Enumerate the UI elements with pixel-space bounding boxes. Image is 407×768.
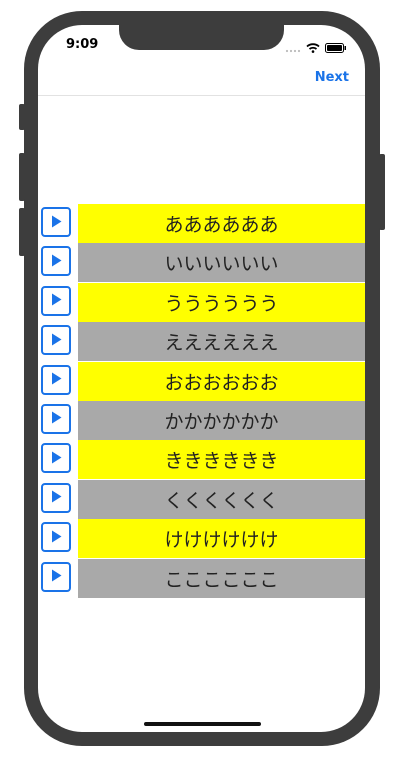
list-item: くくくくくく — [38, 479, 365, 519]
notch — [119, 25, 284, 50]
list-item: かかかかかか — [38, 400, 365, 440]
list-item: おおおおおお — [38, 361, 365, 401]
play-button[interactable] — [41, 561, 71, 592]
syllable-cell[interactable]: かかかかかか — [78, 400, 365, 440]
next-button[interactable]: Next — [315, 70, 349, 85]
list-item: ああああああ — [38, 204, 365, 243]
side-button-mute — [19, 104, 25, 130]
play-button[interactable] — [41, 522, 71, 553]
status-icons — [285, 38, 347, 57]
play-icon — [51, 449, 62, 468]
play-button[interactable] — [41, 482, 71, 513]
play-button[interactable] — [41, 246, 71, 277]
list-item: けけけけけけ — [38, 519, 365, 559]
list-item: いいいいいい — [38, 243, 365, 283]
syllable-list: ああああああ いいいいいい うううううう ええええええ おおおおおお かかかかかか きききき… — [38, 204, 365, 598]
list-item: きききききき — [38, 440, 365, 480]
signal-icon — [285, 38, 301, 57]
play-button[interactable] — [41, 207, 71, 237]
syllable-cell[interactable]: ここここここ — [78, 558, 365, 598]
home-indicator[interactable] — [144, 722, 261, 726]
wifi-icon — [306, 38, 320, 57]
play-icon — [51, 213, 62, 232]
list-item: ええええええ — [38, 322, 365, 362]
play-button[interactable] — [41, 325, 71, 356]
syllable-cell[interactable]: ああああああ — [78, 204, 365, 243]
syllable-cell[interactable]: きききききき — [78, 440, 365, 480]
side-button-volume-down — [19, 208, 25, 256]
play-icon — [51, 252, 62, 271]
play-button[interactable] — [41, 285, 71, 316]
syllable-cell[interactable]: くくくくくく — [78, 479, 365, 519]
syllable-cell[interactable]: けけけけけけ — [78, 519, 365, 559]
play-button[interactable] — [41, 443, 71, 474]
play-button[interactable] — [41, 364, 71, 395]
side-button-volume-up — [19, 153, 25, 201]
status-time: 9:09 — [66, 37, 99, 52]
nav-bar: Next — [38, 69, 365, 96]
play-icon — [51, 488, 62, 507]
play-icon — [51, 331, 62, 350]
screen: 9:09 Next ああああああいいいいいいううううううええええええおお — [38, 25, 365, 732]
syllable-cell[interactable]: いいいいいい — [78, 243, 365, 283]
battery-icon — [325, 38, 347, 57]
side-button-power — [379, 154, 385, 230]
play-button[interactable] — [41, 403, 71, 434]
syllable-cell[interactable]: おおおおおお — [78, 361, 365, 401]
list-item: うううううう — [38, 282, 365, 322]
syllable-cell[interactable]: うううううう — [78, 282, 365, 322]
play-icon — [51, 409, 62, 428]
play-icon — [51, 291, 62, 310]
syllable-cell[interactable]: ええええええ — [78, 322, 365, 362]
list-item: ここここここ — [38, 558, 365, 598]
play-icon — [51, 370, 62, 389]
play-icon — [51, 528, 62, 547]
play-icon — [51, 567, 62, 586]
